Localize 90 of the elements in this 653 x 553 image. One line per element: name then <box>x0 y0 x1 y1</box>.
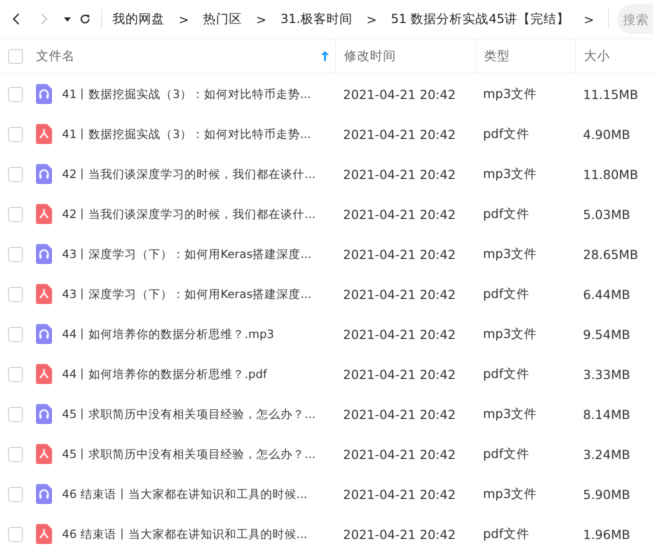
headphones-file-icon <box>36 324 52 344</box>
file-type: pdf文件 <box>483 206 530 222</box>
file-name[interactable]: 43丨深度学习（下）：如何用Keras搭建深度... <box>62 286 312 302</box>
search-field[interactable]: 搜索 <box>617 4 653 34</box>
modified-time: 2021-04-21 20:42 <box>343 366 456 382</box>
file-name[interactable]: 43丨深度学习（下）：如何用Keras搭建深度... <box>62 246 312 262</box>
file-name[interactable]: 41丨数据挖掘实战（3）：如何对比特币走势... <box>62 126 311 142</box>
file-name[interactable]: 42丨当我们谈深度学习的时候，我们都在谈什... <box>62 206 316 222</box>
file-size: 8.14MB <box>583 406 630 422</box>
breadcrumb-separator: > <box>178 12 189 26</box>
breadcrumb-item[interactable]: 51 数据分析实战45讲【完结】 <box>390 10 570 28</box>
file-type: mp3文件 <box>483 166 538 182</box>
modified-time: 2021-04-21 20:42 <box>343 486 456 502</box>
file-type: mp3文件 <box>483 406 538 422</box>
file-type: mp3文件 <box>483 246 538 262</box>
file-size: 5.03MB <box>583 206 630 222</box>
file-type: pdf文件 <box>483 526 530 542</box>
column-header[interactable]: 类型 <box>484 48 510 64</box>
column-header[interactable]: 大小 <box>584 48 610 64</box>
back-icon[interactable] <box>11 11 22 27</box>
file-size: 28.65MB <box>583 246 638 262</box>
row-checkbox[interactable] <box>8 486 23 502</box>
pdf-file-icon <box>36 204 52 224</box>
pdf-file-icon <box>36 524 52 544</box>
row-checkbox[interactable] <box>8 86 23 102</box>
modified-time: 2021-04-21 20:42 <box>343 526 456 542</box>
forward-icon[interactable] <box>39 11 50 27</box>
row-checkbox[interactable] <box>8 326 23 342</box>
modified-time: 2021-04-21 20:42 <box>343 126 456 142</box>
row-checkbox[interactable] <box>8 206 23 222</box>
breadcrumb-separator: > <box>256 12 266 26</box>
file-size: 6.44MB <box>583 286 630 302</box>
pdf-file-icon <box>36 124 52 144</box>
pdf-file-icon <box>36 444 52 464</box>
column-header[interactable]: 修改时间 <box>344 48 396 64</box>
file-size: 3.33MB <box>583 366 630 382</box>
modified-time: 2021-04-21 20:42 <box>343 406 456 422</box>
pdf-file-icon <box>36 284 52 304</box>
row-checkbox[interactable] <box>8 166 23 182</box>
breadcrumb-separator: > <box>584 12 594 26</box>
refresh-icon[interactable] <box>78 12 91 26</box>
caret-icon[interactable] <box>64 16 71 22</box>
file-size: 1.96MB <box>583 526 630 542</box>
modified-time: 2021-04-21 20:42 <box>343 86 456 102</box>
file-size: 4.90MB <box>583 126 630 142</box>
file-name[interactable]: 46 结束语丨当大家都在讲知识和工具的时候... <box>62 486 308 502</box>
headphones-file-icon <box>36 244 52 264</box>
file-type: mp3文件 <box>483 86 538 102</box>
modified-time: 2021-04-21 20:42 <box>343 246 456 262</box>
modified-time: 2021-04-21 20:42 <box>343 166 456 182</box>
file-size: 5.90MB <box>583 486 630 502</box>
column-header[interactable]: 文件名 <box>36 48 75 64</box>
modified-time: 2021-04-21 20:42 <box>343 206 456 222</box>
breadcrumb-item[interactable]: 热门区 <box>202 10 242 28</box>
file-size: 11.80MB <box>583 166 638 182</box>
breadcrumb-item[interactable]: 31.极客时间 <box>280 10 352 28</box>
file-type: pdf文件 <box>483 286 530 302</box>
row-checkbox[interactable] <box>8 126 23 142</box>
row-checkbox[interactable] <box>8 526 23 542</box>
row-checkbox[interactable] <box>8 366 23 382</box>
modified-time: 2021-04-21 20:42 <box>343 446 456 462</box>
file-size: 3.24MB <box>583 446 630 462</box>
file-type: pdf文件 <box>483 366 530 382</box>
modified-time: 2021-04-21 20:42 <box>343 326 456 342</box>
file-name[interactable]: 44丨如何培养你的数据分析思维？.mp3 <box>62 326 274 342</box>
headphones-file-icon <box>36 484 52 504</box>
row-checkbox[interactable] <box>8 246 23 262</box>
headphones-file-icon <box>36 84 52 104</box>
modified-time: 2021-04-21 20:42 <box>343 286 456 302</box>
row-checkbox[interactable] <box>8 406 23 422</box>
file-type: mp3文件 <box>483 326 538 342</box>
file-type: pdf文件 <box>483 126 530 142</box>
file-name[interactable]: 41丨数据挖掘实战（3）：如何对比特币走势... <box>62 86 311 102</box>
file-size: 9.54MB <box>583 326 630 342</box>
file-name[interactable]: 46 结束语丨当大家都在讲知识和工具的时候... <box>62 526 308 542</box>
file-size: 11.15MB <box>583 86 638 102</box>
file-type: pdf文件 <box>483 446 530 462</box>
breadcrumb-item[interactable]: 我的网盘 <box>112 10 164 28</box>
pdf-file-icon <box>36 364 52 384</box>
headphones-file-icon <box>36 164 52 184</box>
file-name[interactable]: 45丨求职简历中没有相关项目经验，怎么办？... <box>62 406 316 422</box>
file-name[interactable]: 44丨如何培养你的数据分析思维？.pdf <box>62 366 267 382</box>
file-name[interactable]: 42丨当我们谈深度学习的时候，我们都在谈什... <box>62 166 316 182</box>
headphones-file-icon <box>36 404 52 424</box>
file-type: mp3文件 <box>483 486 538 502</box>
file-name[interactable]: 45丨求职简历中没有相关项目经验，怎么办？... <box>62 446 316 462</box>
breadcrumb-separator: > <box>366 12 377 26</box>
row-checkbox[interactable] <box>8 446 23 462</box>
row-checkbox[interactable] <box>8 286 23 302</box>
select-all-checkbox[interactable] <box>8 48 23 64</box>
